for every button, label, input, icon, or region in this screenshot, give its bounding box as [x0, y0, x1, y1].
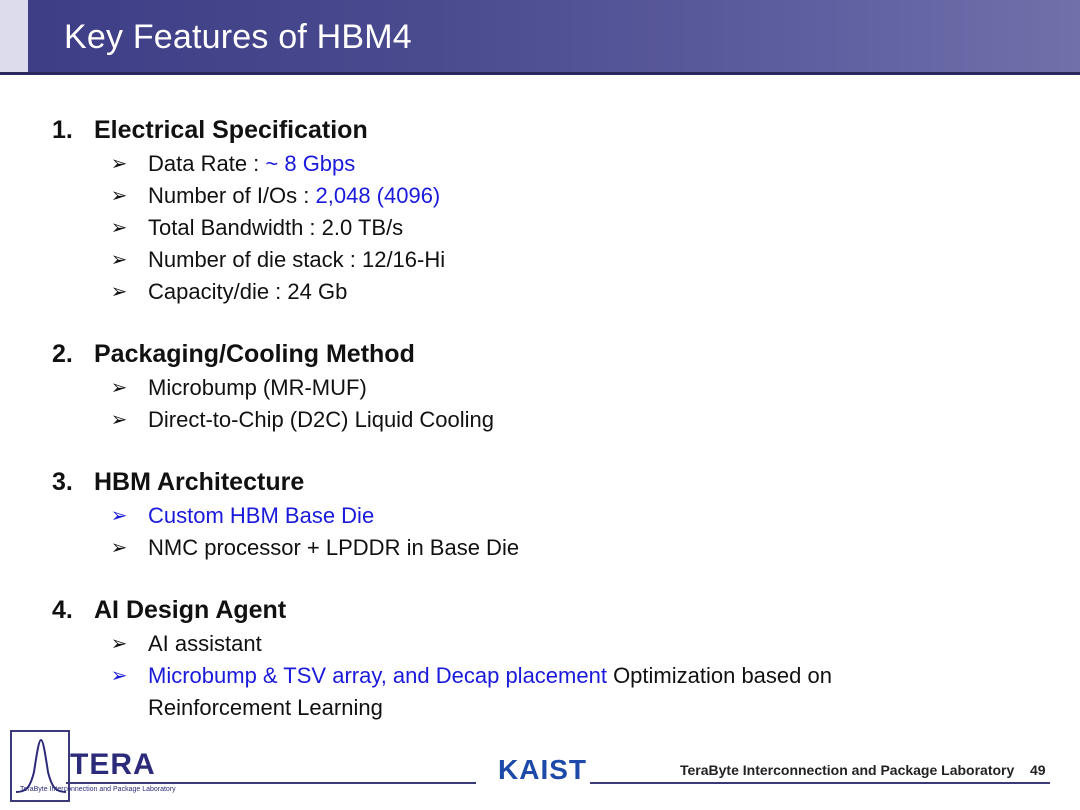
- list-item: ➢ Capacity/die : 24 Gb: [52, 276, 1032, 308]
- bullet-list: ➢ Custom HBM Base Die ➢ NMC processor + …: [52, 500, 1032, 564]
- bullet-text: Optimization based on: [606, 663, 832, 688]
- section-heading: 1. Electrical Specification: [52, 112, 1032, 148]
- section-heading: 3. HBM Architecture: [52, 464, 1032, 500]
- bullet-text: Capacity/die : 24 Gb: [148, 279, 348, 304]
- tera-wordmark: TERA: [70, 748, 156, 781]
- section-title: Packaging/Cooling Method: [94, 340, 415, 368]
- section-heading: 2. Packaging/Cooling Method: [52, 336, 1032, 372]
- list-item: ➢ Data Rate : ~ 8 Gbps: [52, 148, 1032, 180]
- arrow-bullet-icon: ➢: [110, 281, 128, 303]
- section-number: 1.: [52, 116, 73, 144]
- arrow-bullet-icon: ➢: [110, 377, 128, 399]
- bullet-list: ➢ Data Rate : ~ 8 Gbps ➢ Number of I/Os …: [52, 148, 1032, 308]
- arrow-bullet-icon: ➢: [110, 217, 128, 239]
- bullet-list: ➢ AI assistant ➢ Microbump & TSV array, …: [52, 628, 1032, 724]
- list-item: ➢ Number of die stack : 12/16-Hi: [52, 244, 1032, 276]
- lab-name: TeraByte Interconnection and Package Lab…: [680, 762, 1015, 778]
- section-number: 3.: [52, 468, 73, 496]
- slide-content: 1. Electrical Specification ➢ Data Rate …: [52, 112, 1032, 752]
- bullet-list: ➢ Microbump (MR-MUF) ➢ Direct-to-Chip (D…: [52, 372, 1032, 436]
- section-title: AI Design Agent: [94, 596, 287, 624]
- footer-divider-right: [590, 782, 1050, 784]
- bullet-text-line2: Reinforcement Learning: [148, 695, 383, 720]
- section-number: 2.: [52, 340, 73, 368]
- section-number: 4.: [52, 596, 73, 624]
- list-item: ➢ Direct-to-Chip (D2C) Liquid Cooling: [52, 404, 1032, 436]
- bullet-label: Data Rate :: [148, 151, 266, 176]
- footer-divider-left: [66, 782, 476, 784]
- bullet-text: Microbump (MR-MUF): [148, 375, 367, 400]
- arrow-bullet-icon: ➢: [110, 249, 128, 271]
- bullet-value: 2,048 (4096): [315, 183, 441, 208]
- arrow-bullet-icon: ➢: [110, 505, 128, 527]
- title-bar: Key Features of HBM4: [0, 0, 1080, 75]
- kaist-logo: KAIST: [498, 754, 587, 785]
- section-title: Electrical Specification: [94, 116, 368, 144]
- slide-footer: TERA TeraByte Interconnection and Packag…: [0, 726, 1080, 810]
- slide-title: Key Features of HBM4: [64, 18, 412, 56]
- list-item: ➢ AI assistant: [52, 628, 1032, 660]
- list-item: ➢ Custom HBM Base Die: [52, 500, 1032, 532]
- bullet-text: Direct-to-Chip (D2C) Liquid Cooling: [148, 407, 495, 432]
- list-item: ➢ Microbump (MR-MUF): [52, 372, 1032, 404]
- list-item: ➢ Microbump & TSV array, and Decap place…: [52, 660, 1032, 724]
- section-electrical-spec: 1. Electrical Specification ➢ Data Rate …: [52, 112, 1032, 308]
- section-heading: 4. AI Design Agent: [52, 592, 1032, 628]
- section-title: HBM Architecture: [94, 468, 305, 496]
- page-number: 49: [1030, 762, 1046, 778]
- arrow-bullet-icon: ➢: [110, 633, 128, 655]
- bullet-text: Total Bandwidth : 2.0 TB/s: [148, 215, 404, 240]
- arrow-bullet-icon: ➢: [110, 409, 128, 431]
- arrow-bullet-icon: ➢: [110, 153, 128, 175]
- bullet-text: AI assistant: [148, 631, 262, 656]
- bullet-label: Number of I/Os :: [148, 183, 316, 208]
- bullet-highlight: Custom HBM Base Die: [148, 503, 375, 528]
- bullet-highlight: Microbump & TSV array, and Decap placeme…: [148, 663, 607, 688]
- section-ai-design-agent: 4. AI Design Agent ➢ AI assistant ➢ Micr…: [52, 592, 1032, 724]
- section-hbm-architecture: 3. HBM Architecture ➢ Custom HBM Base Di…: [52, 464, 1032, 564]
- bullet-text: Number of die stack : 12/16-Hi: [148, 247, 446, 272]
- title-tab-decoration: [0, 0, 28, 72]
- bullet-value: ~ 8 Gbps: [265, 151, 356, 176]
- arrow-bullet-icon: ➢: [110, 665, 128, 687]
- bullet-text: NMC processor + LPDDR in Base Die: [148, 535, 520, 560]
- arrow-bullet-icon: ➢: [110, 537, 128, 559]
- tera-subtitle: TeraByte Interconnection and Package Lab…: [20, 786, 176, 793]
- list-item: ➢ Number of I/Os : 2,048 (4096): [52, 180, 1032, 212]
- list-item: ➢ Total Bandwidth : 2.0 TB/s: [52, 212, 1032, 244]
- list-item: ➢ NMC processor + LPDDR in Base Die: [52, 532, 1032, 564]
- section-packaging-cooling: 2. Packaging/Cooling Method ➢ Microbump …: [52, 336, 1032, 436]
- arrow-bullet-icon: ➢: [110, 185, 128, 207]
